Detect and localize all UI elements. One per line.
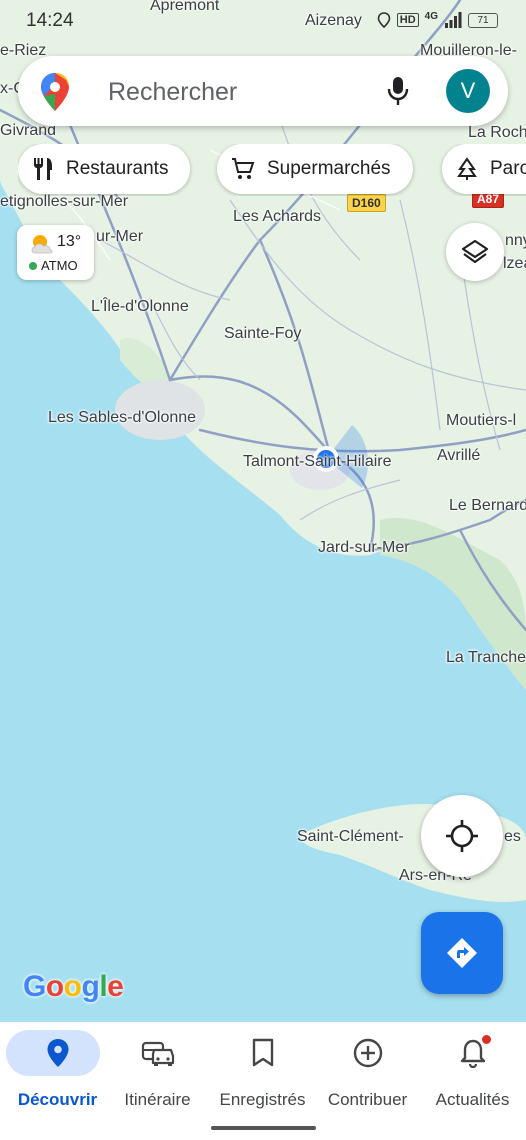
maps-pin-icon <box>41 73 69 111</box>
status-time: 14:24 <box>26 10 74 31</box>
place-label[interactable]: nny <box>505 232 526 250</box>
place-label[interactable]: Moutiers-l <box>446 412 516 430</box>
chip-restaurants[interactable]: Restaurants <box>18 144 191 194</box>
chip-parc[interactable]: Parc <box>442 144 526 194</box>
directions-button[interactable] <box>421 912 503 994</box>
place-label[interactable]: lzea <box>503 255 526 273</box>
gesture-bar[interactable] <box>211 1126 316 1130</box>
place-label[interactable]: ur-Mer <box>96 228 143 246</box>
place-label[interactable]: Jard-sur-Mer <box>318 539 410 557</box>
place-label[interactable]: Les Sables-d'Olonne <box>48 409 196 427</box>
chip-label: Restaurants <box>66 158 169 179</box>
place-label[interactable]: es <box>504 828 521 846</box>
chip-supermarches[interactable]: Supermarchés <box>217 144 413 194</box>
place-label[interactable]: La Roch <box>468 124 526 142</box>
nav-label: Actualités <box>435 1090 510 1109</box>
cart-icon <box>231 157 255 181</box>
notification-dot <box>482 1035 491 1044</box>
layers-button[interactable] <box>446 223 504 281</box>
crosshair-icon <box>446 820 478 852</box>
weather-widget[interactable]: 13° ATMO <box>17 225 94 280</box>
search-bar[interactable]: Rechercher V <box>18 56 508 126</box>
plus-circle-icon <box>315 1038 420 1068</box>
place-label[interactable]: e-Riez <box>0 42 46 60</box>
place-label[interactable]: Le Bernard <box>449 497 526 515</box>
nav-label: Enregistrés <box>219 1090 306 1109</box>
temperature: 13° <box>57 233 82 250</box>
location-status-icon <box>377 12 391 28</box>
place-label[interactable]: Les Achards <box>233 208 321 226</box>
place-label[interactable]: Talmont-Saint-Hilaire <box>243 453 392 471</box>
air-quality: ATMO <box>29 258 78 273</box>
battery-icon: 71 <box>468 12 498 28</box>
layers-icon <box>461 239 489 264</box>
fork-knife-icon <box>32 157 54 181</box>
status-bar: 14:24 HD 4G 71 <box>0 0 526 42</box>
nav-enregistres[interactable]: Enregistrés <box>210 1030 315 1120</box>
account-avatar[interactable]: V <box>446 69 490 113</box>
my-location-button[interactable] <box>421 795 503 877</box>
bookmark-icon <box>210 1038 315 1068</box>
nav-actualites[interactable]: Actualités <box>420 1030 525 1120</box>
nav-contribuer[interactable]: Contribuer <box>315 1030 420 1120</box>
place-label[interactable]: Avrillé <box>437 447 480 465</box>
google-logo: Google <box>23 970 124 1003</box>
signal-icon <box>445 12 462 28</box>
nav-itineraire[interactable]: Itinéraire <box>105 1030 210 1120</box>
pin-icon <box>5 1038 110 1068</box>
nav-decouvrir[interactable]: Découvrir <box>5 1030 110 1120</box>
place-label[interactable]: Sainte-Foy <box>224 325 301 343</box>
road-shield-d160: D160 <box>347 194 386 212</box>
air-quality-dot <box>29 261 37 270</box>
chip-label: Parc <box>490 158 526 179</box>
tree-icon <box>456 157 478 181</box>
place-label[interactable]: La Tranche <box>446 649 526 667</box>
category-chips: Restaurants Supermarchés Parc <box>18 144 526 196</box>
chip-label: Supermarchés <box>267 158 391 179</box>
partly-cloudy-icon <box>31 235 53 254</box>
microphone-icon[interactable] <box>386 76 410 106</box>
bottom-navigation: Découvrir Itinéraire Enregistrés Contrib… <box>0 1022 526 1140</box>
air-quality-label: ATMO <box>41 258 78 273</box>
hd-indicator: HD <box>396 13 419 27</box>
bell-icon <box>420 1038 525 1068</box>
car-icon <box>105 1038 210 1068</box>
search-input[interactable]: Rechercher <box>108 78 237 107</box>
place-label[interactable]: L'Île-d'Olonne <box>91 298 189 316</box>
network-type: 4G <box>424 10 438 22</box>
directions-icon <box>447 938 477 968</box>
nav-label: Itinéraire <box>124 1090 191 1109</box>
place-label[interactable]: Saint-Clément- <box>297 828 404 846</box>
nav-label: Contribuer <box>327 1090 408 1109</box>
